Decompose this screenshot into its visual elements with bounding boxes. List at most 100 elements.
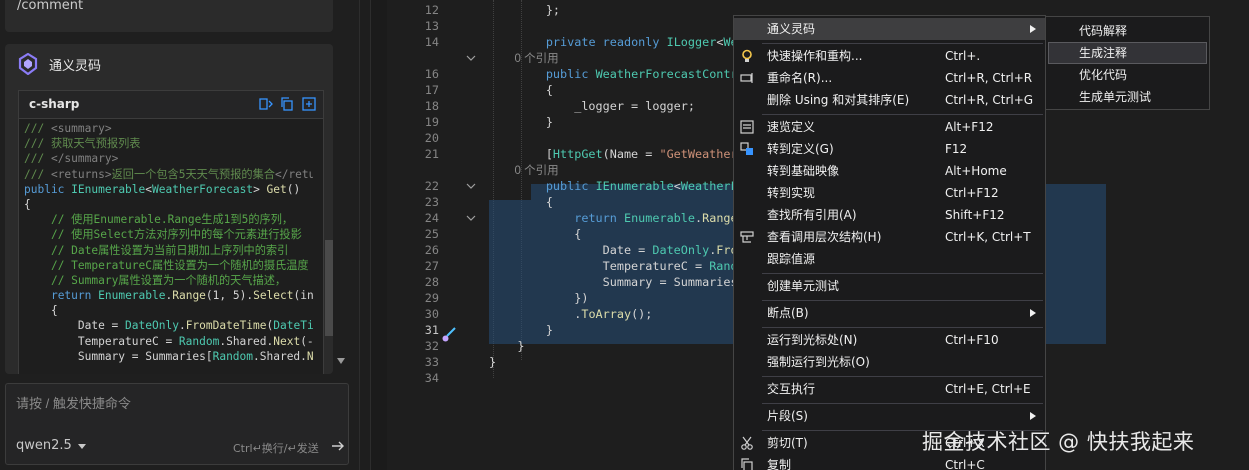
menu-item-copy[interactable]: 复制 Ctrl+C	[734, 454, 1045, 470]
menu-item-goto-implementation[interactable]: 转到实现 Ctrl+F12	[734, 182, 1045, 204]
code-line: // TemperatureC属性设置为一个随机的摄氏温度	[50, 258, 309, 272]
code-line: /// </summary>	[24, 152, 119, 166]
line-number: 27	[424, 259, 439, 273]
menu-item-interactive-execute[interactable]: 交互执行 Ctrl+E, Ctrl+E	[734, 378, 1045, 400]
code-text: }	[489, 115, 553, 129]
scissors-icon	[741, 436, 753, 450]
line-number: 26	[424, 243, 439, 257]
fold-chevron-icon[interactable]	[466, 50, 476, 66]
send-arrow-icon[interactable]	[331, 439, 345, 453]
code-text: {	[489, 195, 553, 209]
menu-item-call-hierarchy[interactable]: 查看调用层次结构(H) Ctrl+K, Ctrl+T	[734, 226, 1045, 248]
menu-item-quick-actions[interactable]: 快速操作和重构... Ctrl+.	[734, 45, 1045, 67]
menu-item-snippets[interactable]: 片段(S)	[734, 405, 1045, 427]
rename-icon	[740, 73, 753, 83]
code-text: _logger = logger;	[489, 99, 695, 113]
code-text: };	[489, 3, 561, 17]
code-text: })	[489, 291, 589, 305]
fold-chevron-icon[interactable]	[466, 178, 476, 194]
code-line: // Summary属性设置为一个随机的天气描述，	[50, 273, 287, 287]
lightbulb-icon	[742, 49, 752, 62]
code-line: /// 获取天气预报列表	[24, 137, 141, 151]
call-hierarchy-icon	[740, 231, 754, 243]
watermark: 掘金技术社区 @ 快扶我起来	[922, 430, 1195, 454]
line-number: 28	[424, 275, 439, 289]
menu-item-tongyi[interactable]: 通义灵码	[734, 18, 1045, 40]
line-number: 25	[424, 227, 439, 241]
menu-item-rename[interactable]: 重命名(R)... Ctrl+R, Ctrl+R	[734, 67, 1045, 89]
line-number: 32	[424, 339, 439, 353]
code-line: // Date属性设置为当前日期加上序列中的索引	[50, 243, 289, 257]
code-line: Date = DateOnly.FromDateTime(DateTime.No…	[24, 319, 313, 333]
code-line: // 使用Select方法对序列中的每个元素进行投影	[50, 228, 302, 242]
submenu-item-optimize-code[interactable]: 优化代码	[1048, 64, 1207, 86]
code-line: {	[24, 304, 58, 318]
submenu-item-explain-code[interactable]: 代码解释	[1048, 20, 1207, 42]
assistant-header: 通义灵码	[17, 52, 101, 76]
code-line: return Enumerable.Range(1, 5).Select(ind…	[50, 289, 313, 303]
code-line: TemperatureC = Random.Shared.Next(-20, 5…	[24, 334, 313, 348]
menu-item-force-run-to-cursor[interactable]: 强制运行到光标(O)	[734, 351, 1045, 373]
chat-scrollbar[interactable]	[325, 240, 333, 336]
copy-code-icon[interactable]	[280, 97, 294, 111]
menu-item-remove-usings[interactable]: 删除 Using 和对其排序(E) Ctrl+R, Ctrl+G	[734, 89, 1045, 111]
chevron-right-icon	[1030, 309, 1036, 317]
fold-chevron-icon[interactable]	[466, 210, 476, 226]
code-line: /// <returns>返回一个包含5天天气预报的集合</returns>	[24, 167, 313, 181]
line-number: 14	[424, 35, 439, 49]
code-text: 0 个引用	[489, 165, 559, 177]
code-text: }	[489, 323, 553, 337]
chevron-down-icon	[77, 443, 86, 449]
code-text: 0 个引用	[489, 53, 559, 65]
line-number: 29	[424, 291, 439, 305]
peek-definition-icon	[740, 120, 754, 134]
code-line: Summary = Summaries[Random.Shared.Next(	[24, 349, 313, 363]
line-number: 24	[424, 211, 439, 225]
code-text: {	[489, 227, 582, 241]
menu-item-run-to-cursor[interactable]: 运行到光标处(N) Ctrl+F10	[734, 329, 1045, 351]
code-line: {	[24, 197, 31, 211]
menu-item-create-unit-tests[interactable]: 创建单元测试	[734, 275, 1045, 297]
assistant-message-card: 通义灵码 c-sharp /// <summary>/// 获取天气预报列表//…	[5, 44, 333, 374]
code-line: // 使用Enumerable.Range生成1到5的序列，	[50, 213, 294, 227]
model-selector[interactable]: qwen2.5	[16, 438, 86, 453]
new-file-icon[interactable]	[302, 97, 316, 111]
previous-message-card: /comment	[5, 0, 333, 32]
line-number: 22	[424, 179, 439, 193]
line-number: 23	[424, 195, 439, 209]
assistant-name: 通义灵码	[49, 58, 102, 74]
command-input-box: qwen2.5 Ctrl↵换行/↵发送	[5, 383, 349, 465]
scroll-down-arrow-icon[interactable]	[336, 356, 346, 366]
submenu-item-generate-comment[interactable]: 生成注释	[1048, 42, 1207, 64]
goto-definition-icon	[740, 142, 753, 155]
chat-panel: /comment 通义灵码 c-sharp /// <summary> /// …	[0, 0, 360, 470]
tongyi-logo-icon	[18, 53, 38, 75]
menu-item-peek-definition[interactable]: 速览定义 Alt+F12	[734, 116, 1045, 138]
line-number: 31	[424, 323, 439, 337]
menu-item-track-value-source[interactable]: 跟踪值源	[734, 248, 1045, 270]
code-block: c-sharp /// <summary> /// 获取天气预报列表/// </s…	[18, 90, 324, 374]
line-number: 18	[424, 99, 439, 113]
command-input[interactable]	[16, 392, 336, 414]
chevron-right-icon	[1030, 25, 1036, 33]
code-lines: /// <summary>/// 获取天气预报列表/// </summary> /…	[19, 121, 313, 374]
line-number: 13	[424, 19, 439, 33]
line-number: 33	[424, 355, 439, 369]
copy-icon	[741, 458, 753, 470]
menu-item-breakpoint[interactable]: 断点(B)	[734, 302, 1045, 324]
submenu-item-generate-unit-tests[interactable]: 生成单元测试	[1048, 86, 1207, 108]
chevron-right-icon	[1030, 412, 1036, 420]
previous-message-text: /comment	[17, 0, 84, 13]
quick-action-brush-icon[interactable]	[441, 327, 457, 343]
menu-item-find-references[interactable]: 查找所有引用(A) Shift+F12	[734, 204, 1045, 226]
send-hint: Ctrl↵换行/↵发送	[233, 442, 319, 455]
line-number: 16	[424, 67, 439, 81]
code-text: }	[489, 339, 525, 353]
insert-code-icon[interactable]	[259, 97, 273, 111]
menu-item-goto-base[interactable]: 转到基础映像 Alt+Home	[734, 160, 1045, 182]
menu-item-goto-definition[interactable]: 转到定义(G) F12	[734, 138, 1045, 160]
code-text: .ToArray();	[489, 307, 653, 321]
tongyi-submenu: 代码解释 生成注释 优化代码 生成单元测试	[1045, 16, 1210, 110]
code-block-header: c-sharp	[19, 91, 323, 119]
line-number: 34	[424, 371, 439, 385]
